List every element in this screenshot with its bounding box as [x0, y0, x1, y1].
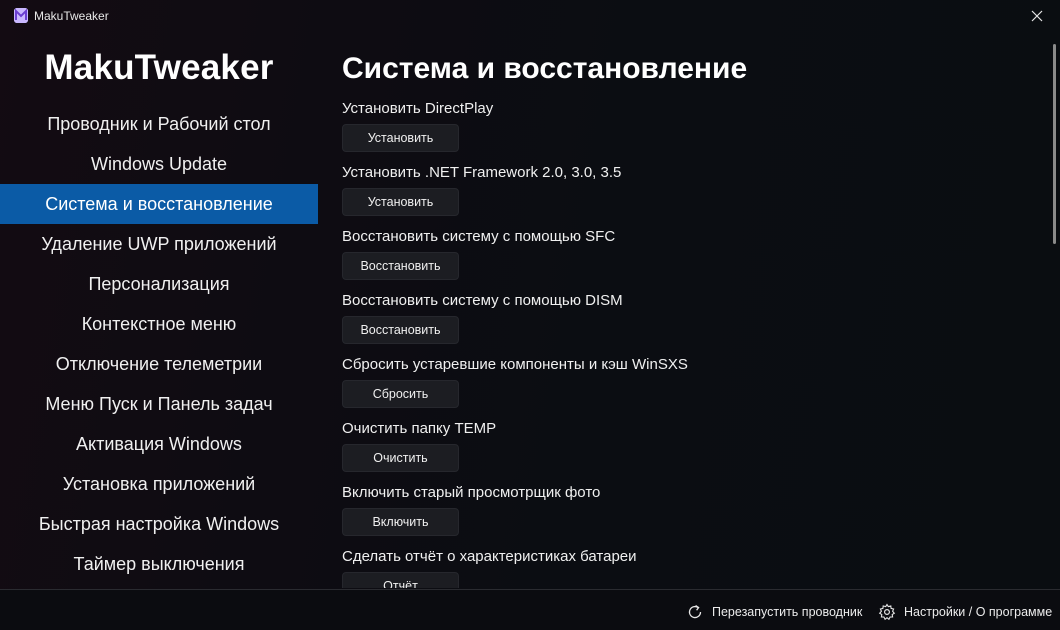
- sidebar-item-app-install[interactable]: Установка приложений: [0, 464, 318, 504]
- sidebar-item-context-menu[interactable]: Контекстное меню: [0, 304, 318, 344]
- sidebar-item-telemetry[interactable]: Отключение телеметрии: [0, 344, 318, 384]
- clear-temp-button[interactable]: Очистить: [342, 444, 459, 472]
- sidebar-item-quick-setup[interactable]: Быстрая настройка Windows: [0, 504, 318, 544]
- main-content: Система и восстановление Установить Dire…: [342, 32, 1042, 588]
- setting-label: Восстановить систему с помощью SFC: [342, 228, 616, 245]
- vertical-scrollbar[interactable]: [1053, 44, 1056, 244]
- page-title: Система и восстановление: [342, 52, 748, 85]
- setting-label: Восстановить систему с помощью DISM: [342, 292, 623, 309]
- sidebar-item-windows-update[interactable]: Windows Update: [0, 144, 318, 184]
- title-bar: MakuTweaker: [0, 0, 1060, 32]
- setting-dotnet: Установить .NET Framework 2.0, 3.0, 3.5 …: [342, 164, 1042, 228]
- setting-label: Сбросить устаревшие компоненты и кэш Win…: [342, 356, 688, 373]
- restart-explorer-label: Перезапустить проводник: [712, 605, 863, 619]
- sidebar-item-personalization[interactable]: Персонализация: [0, 264, 318, 304]
- settings-list: Установить DirectPlay Установить Установ…: [342, 100, 1042, 588]
- sidebar-nav: Проводник и Рабочий стол Windows Update …: [0, 104, 318, 584]
- sidebar-item-uwp-removal[interactable]: Удаление UWP приложений: [0, 224, 318, 264]
- app-window: MakuTweaker MakuTweaker Проводник и Рабо…: [0, 0, 1060, 630]
- sidebar-item-system-recovery[interactable]: Система и восстановление: [0, 184, 318, 224]
- window-title: MakuTweaker: [34, 9, 109, 23]
- setting-dism: Восстановить систему с помощью DISM Восс…: [342, 292, 1042, 356]
- settings-about-label: Настройки / О программе: [904, 605, 1053, 619]
- setting-battery-report: Сделать отчёт о характеристиках батареи …: [342, 548, 1042, 588]
- install-directplay-button[interactable]: Установить: [342, 124, 459, 152]
- setting-photo-viewer: Включить старый просмотрщик фото Включит…: [342, 484, 1042, 548]
- sidebar-item-shutdown-timer[interactable]: Таймер выключения: [0, 544, 318, 584]
- setting-label: Установить .NET Framework 2.0, 3.0, 3.5: [342, 164, 622, 181]
- gear-icon: [878, 603, 896, 621]
- sidebar-item-explorer-desktop[interactable]: Проводник и Рабочий стол: [0, 104, 318, 144]
- restore-dism-button[interactable]: Восстановить: [342, 316, 459, 344]
- setting-directplay: Установить DirectPlay Установить: [342, 100, 1042, 164]
- sidebar-item-activation[interactable]: Активация Windows: [0, 424, 318, 464]
- setting-label: Очистить папку TEMP: [342, 420, 497, 437]
- makutweaker-logo-icon: [14, 8, 28, 23]
- battery-report-button[interactable]: Отчёт: [342, 572, 459, 588]
- setting-label: Сделать отчёт о характеристиках батареи: [342, 548, 637, 565]
- setting-label: Установить DirectPlay: [342, 100, 494, 117]
- restart-explorer-button[interactable]: Перезапустить проводник: [686, 602, 862, 622]
- setting-temp: Очистить папку TEMP Очистить: [342, 420, 1042, 484]
- app-brand: MakuTweaker: [44, 48, 274, 87]
- close-icon: [1031, 10, 1043, 22]
- install-dotnet-button[interactable]: Установить: [342, 188, 459, 216]
- setting-winsxs: Сбросить устаревшие компоненты и кэш Win…: [342, 356, 1042, 420]
- footer-bar: Перезапустить проводник Настройки / О пр…: [0, 589, 1060, 630]
- enable-photo-viewer-button[interactable]: Включить: [342, 508, 459, 536]
- reset-winsxs-button[interactable]: Сбросить: [342, 380, 459, 408]
- sidebar-item-start-taskbar[interactable]: Меню Пуск и Панель задач: [0, 384, 318, 424]
- settings-about-button[interactable]: Настройки / О программе: [878, 602, 1052, 622]
- close-button[interactable]: [1014, 0, 1060, 32]
- setting-label: Включить старый просмотрщик фото: [342, 484, 601, 501]
- sidebar: MakuTweaker Проводник и Рабочий стол Win…: [0, 32, 318, 588]
- restart-icon: [686, 603, 704, 621]
- setting-sfc: Восстановить систему с помощью SFC Восст…: [342, 228, 1042, 292]
- restore-sfc-button[interactable]: Восстановить: [342, 252, 459, 280]
